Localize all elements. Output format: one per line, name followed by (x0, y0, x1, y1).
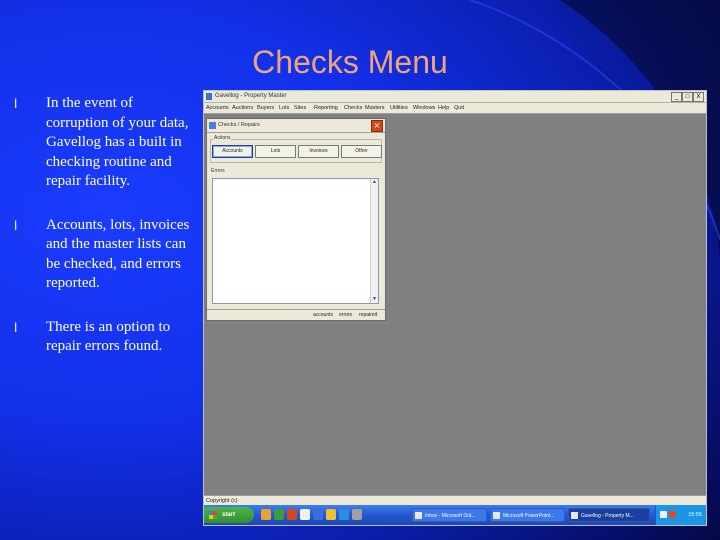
check-invoices-button[interactable]: Invoices (298, 145, 339, 158)
dialog-icon (209, 122, 216, 129)
app-titlebar: Gavellog - Property Master _ □ X (204, 91, 706, 103)
outlook-icon (415, 512, 422, 519)
bullet-icon: l (14, 97, 18, 111)
quicklaunch-ie-icon[interactable] (339, 509, 349, 520)
status-accounts: accounts (313, 312, 334, 318)
quicklaunch-outlook-icon[interactable] (326, 509, 336, 520)
dialog-title: Checks / Repairs (218, 122, 260, 128)
menu-masters[interactable]: Masters (365, 103, 385, 113)
task-label: Microsoft PowerPoint... (503, 513, 555, 519)
start-label: start (222, 512, 236, 518)
app-screenshot: Gavellog - Property Master _ □ X Account… (203, 90, 707, 526)
menu-reporting[interactable]: Reporting (314, 103, 338, 113)
tray-security-icon[interactable] (669, 511, 676, 518)
start-button[interactable]: start (204, 507, 254, 523)
scroll-down-icon[interactable]: ▼ (371, 296, 378, 303)
bullet-item: l There is an option to repair errors fo… (14, 318, 194, 357)
powerpoint-icon (493, 512, 500, 519)
windows-flag-icon (209, 511, 217, 519)
status-errors: errors (339, 312, 353, 318)
bullet-icon: l (14, 218, 18, 233)
maximize-button[interactable]: □ (682, 92, 693, 102)
bullet-list: l In the event of corruption of your dat… (14, 92, 194, 357)
quicklaunch-powerpoint-icon[interactable] (287, 509, 297, 520)
errors-list[interactable]: ▲ ▼ (212, 178, 379, 304)
menu-bar: Accounts Auctions Buyers Lots Sites Repo… (204, 103, 706, 114)
app-icon (206, 93, 212, 100)
bullet-text: In the event of corruption of your data,… (46, 95, 189, 189)
bullet-text: There is an option to repair errors foun… (46, 318, 171, 355)
bullet-item: l In the event of corruption of your dat… (14, 94, 194, 192)
task-label: Gavellog - Property M... (581, 513, 634, 519)
errors-group-label: Errors (211, 168, 225, 174)
quicklaunch-excel-icon[interactable] (274, 509, 284, 520)
bullet-text: Accounts, lots, invoices and the master … (46, 216, 190, 292)
task-gavellog[interactable]: Gavellog - Property M... (568, 508, 650, 522)
actions-group-label: Actions (213, 135, 232, 141)
system-tray: 15:55 (655, 505, 706, 525)
dialog-status-bar: accounts errors repaired (207, 309, 385, 320)
task-label: Inbox - Microsoft Out... (425, 513, 476, 519)
dialog-close-icon[interactable]: × (371, 120, 383, 132)
tray-clock: 15:55 (688, 512, 702, 518)
check-other-button[interactable]: Other (341, 145, 382, 158)
quicklaunch-app-icon[interactable] (352, 509, 362, 520)
menu-lots[interactable]: Lots (279, 103, 289, 113)
slide-title: Checks Menu (252, 44, 448, 80)
gavellog-icon (571, 512, 578, 519)
menu-help[interactable]: Help (438, 103, 449, 113)
task-outlook[interactable]: Inbox - Microsoft Out... (412, 508, 487, 522)
menu-utilities[interactable]: Utilities (390, 103, 408, 113)
menu-quit[interactable]: Quit (454, 103, 464, 113)
taskbar: start Inbox - Microsoft Out... Microsoft… (204, 505, 706, 525)
checks-dialog: Checks / Repairs × Actions Accounts Lots… (206, 118, 386, 321)
bullet-item: l Accounts, lots, invoices and the maste… (14, 216, 194, 294)
bullet-icon: l (14, 320, 18, 335)
quicklaunch-folder-icon[interactable] (261, 509, 271, 520)
menu-windows[interactable]: Windows (413, 103, 435, 113)
tray-network-icon[interactable] (660, 511, 667, 518)
menu-buyers[interactable]: Buyers (257, 103, 274, 113)
task-powerpoint[interactable]: Microsoft PowerPoint... (490, 508, 565, 522)
scroll-up-icon[interactable]: ▲ (371, 179, 378, 186)
menu-auctions[interactable]: Auctions (232, 103, 253, 113)
menu-sites[interactable]: Sites (294, 103, 306, 113)
minimize-button[interactable]: _ (671, 92, 682, 102)
quicklaunch-media-icon[interactable] (300, 509, 310, 520)
close-button[interactable]: X (693, 92, 704, 102)
check-accounts-button[interactable]: Accounts (212, 145, 253, 158)
app-window-title: Gavellog - Property Master (215, 93, 287, 99)
slide: Checks Menu l In the event of corruption… (0, 0, 720, 540)
errors-scrollbar[interactable]: ▲ ▼ (370, 179, 378, 303)
status-repaired: repaired (359, 312, 378, 318)
menu-checks[interactable]: Checks (344, 103, 362, 113)
check-lots-button[interactable]: Lots (255, 145, 296, 158)
quicklaunch-word-icon[interactable] (313, 509, 323, 520)
dialog-titlebar: Checks / Repairs × (207, 119, 385, 133)
menu-accounts[interactable]: Accounts (206, 103, 229, 113)
